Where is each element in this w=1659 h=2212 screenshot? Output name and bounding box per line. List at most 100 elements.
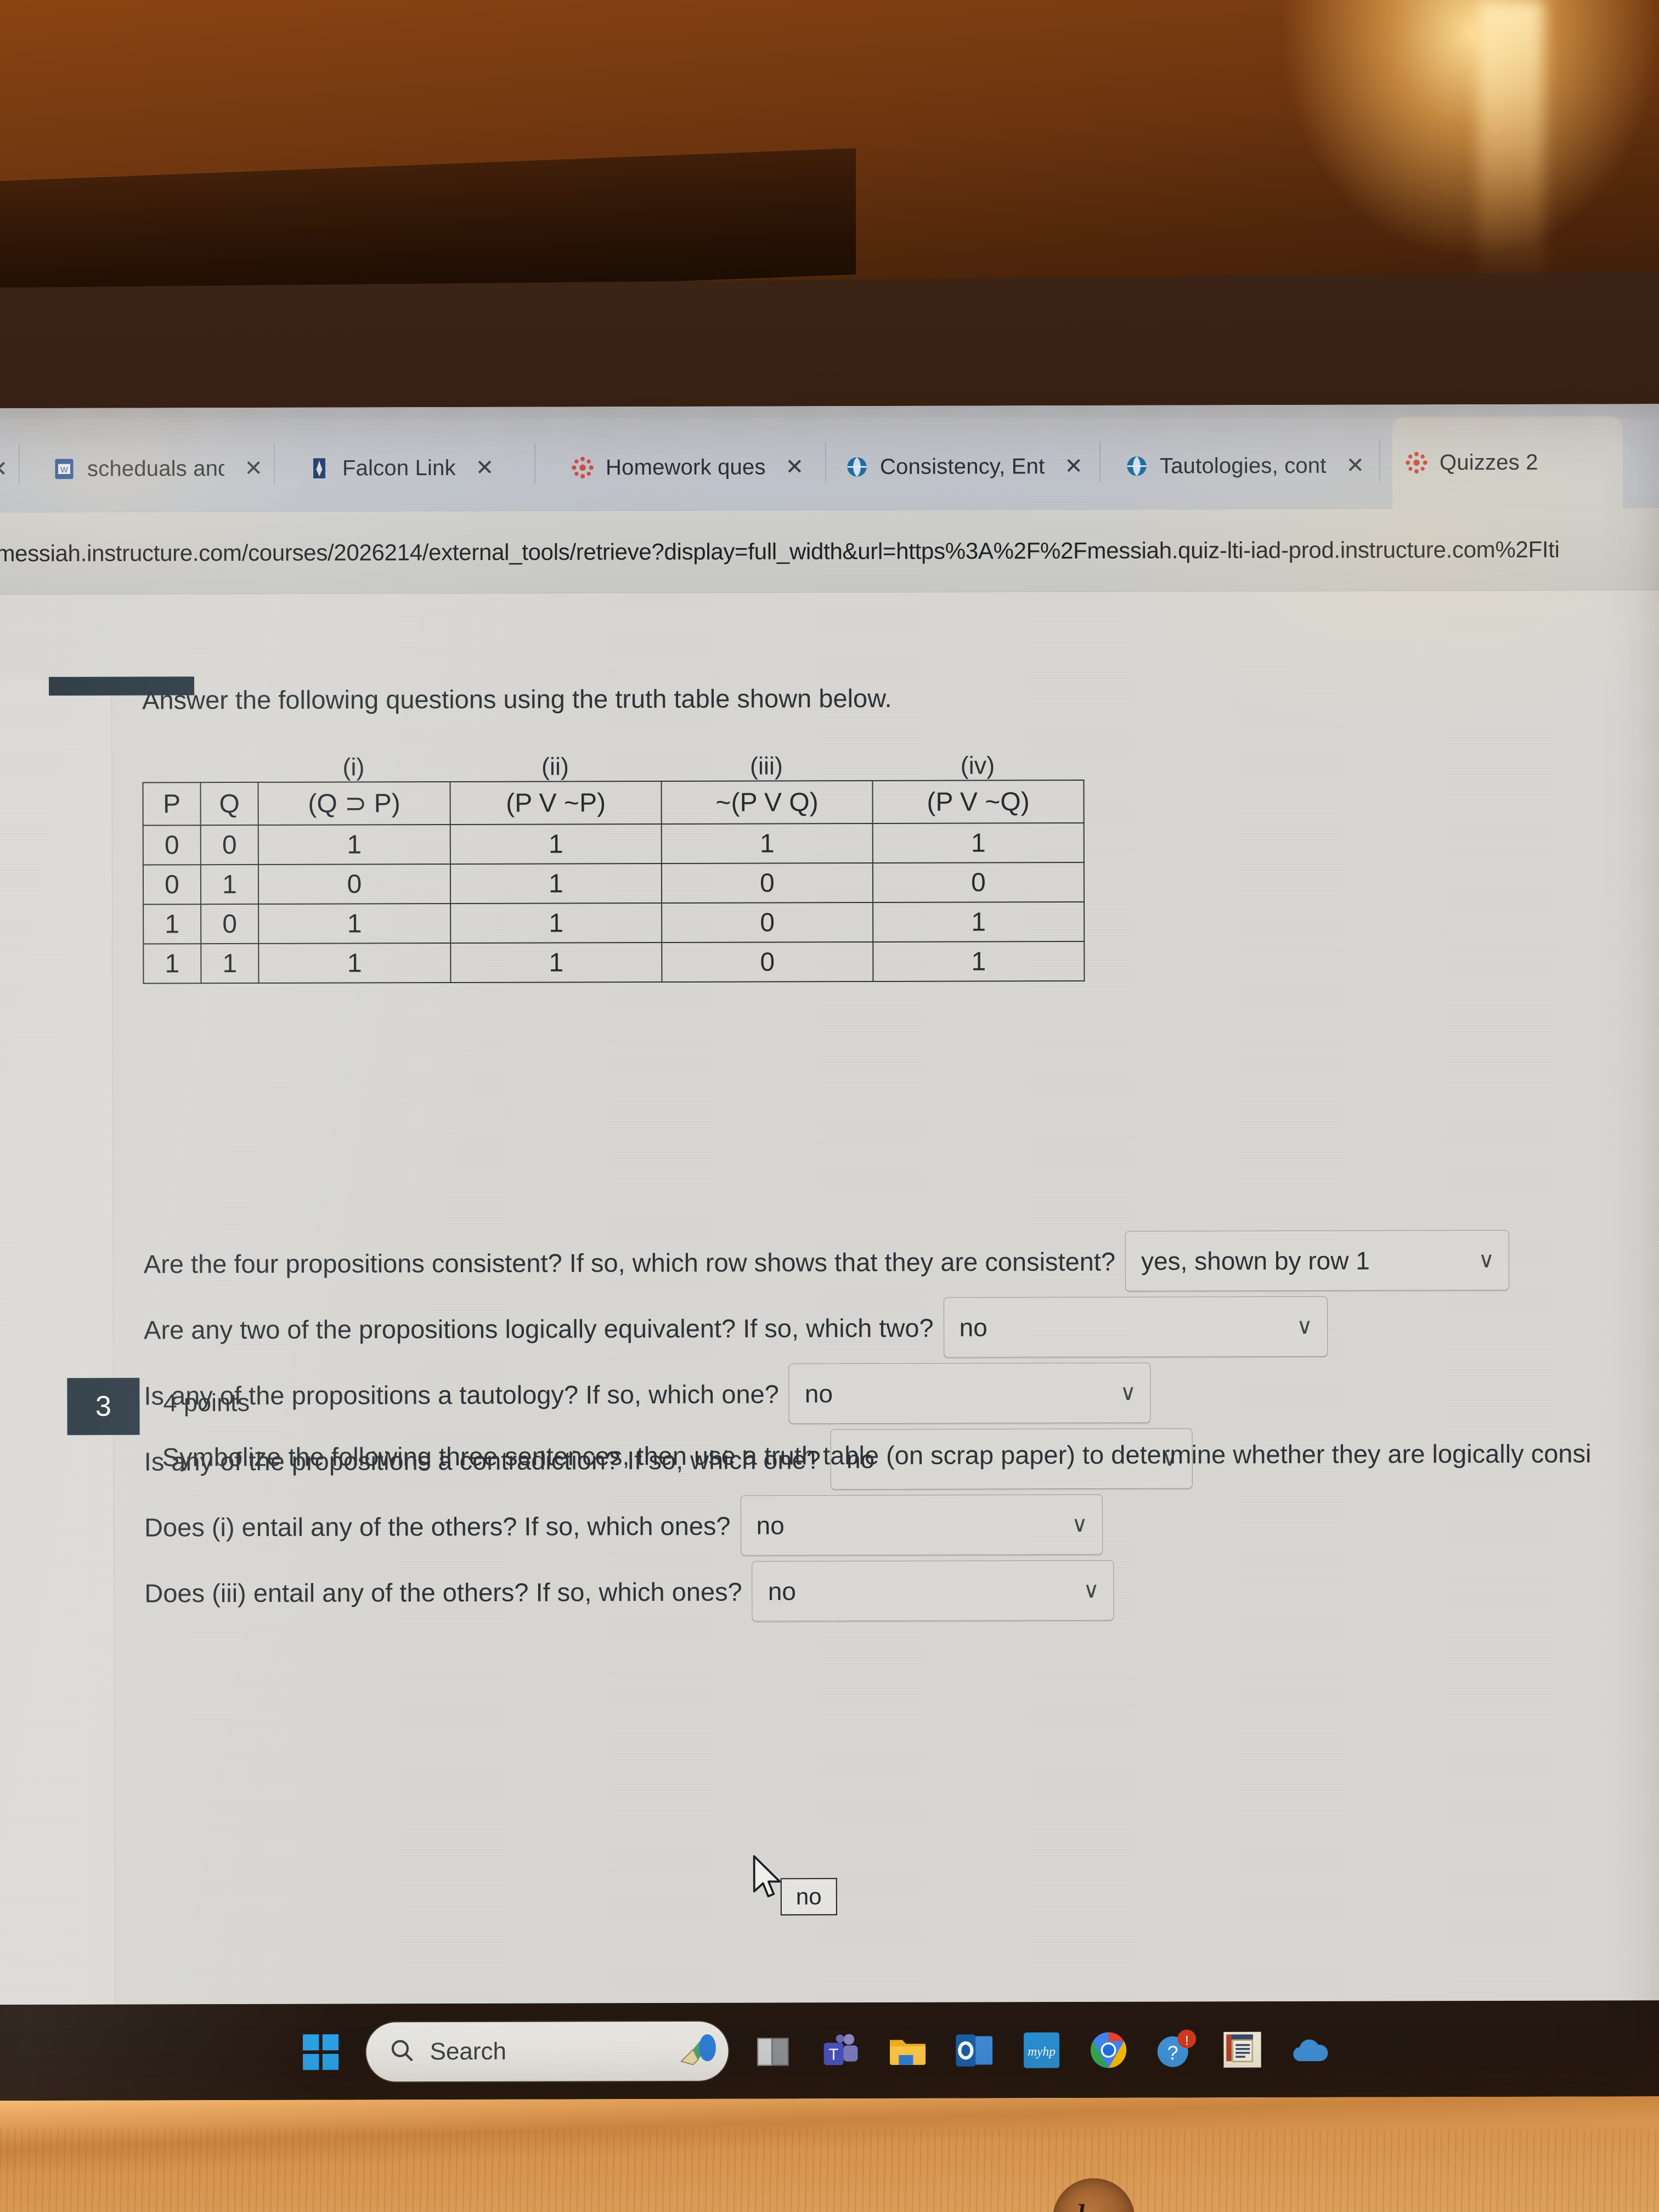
cell: 0 bbox=[662, 902, 873, 943]
chevron-down-icon: ∨ bbox=[1120, 1380, 1136, 1405]
svg-text:myhp: myhp bbox=[1028, 2044, 1056, 2058]
tab-separator bbox=[534, 443, 536, 484]
tab-label: Homework ques bbox=[605, 455, 766, 479]
roman-label-i: (i) bbox=[342, 753, 365, 781]
cell: 1 bbox=[450, 863, 662, 904]
notes-button[interactable] bbox=[1221, 2028, 1263, 2071]
select-tooltip: no bbox=[780, 1878, 837, 1916]
outlook-button[interactable] bbox=[953, 2029, 996, 2072]
col-header-q: Q bbox=[200, 782, 258, 826]
file-explorer-button[interactable] bbox=[886, 2029, 929, 2072]
entail-iii-select[interactable]: no ∨ bbox=[752, 1560, 1114, 1622]
close-icon[interactable]: ✕ bbox=[786, 454, 804, 479]
col-header-p: P bbox=[143, 782, 201, 826]
select-value: no bbox=[804, 1379, 833, 1408]
cell: 0 bbox=[143, 825, 201, 865]
col-header-ii: (P V ~P) bbox=[450, 781, 662, 825]
help-button[interactable]: ? ! bbox=[1154, 2028, 1197, 2071]
truth-table: P Q (Q ⊃ P) (P V ~P) ~(P V Q) (P V ~Q) 0… bbox=[143, 780, 1085, 984]
taskview-button[interactable] bbox=[752, 2029, 795, 2072]
close-icon[interactable]: ✕ bbox=[476, 455, 494, 481]
roman-label-iv: (iv) bbox=[960, 751, 995, 780]
laptop-screen: .com✕Wscheduals and to✕Falcon Link✕Homew… bbox=[0, 404, 1659, 2101]
cell: 1 bbox=[450, 902, 662, 944]
browser-tab-3[interactable]: Falcon Link ✕ bbox=[295, 427, 531, 510]
cell: 1 bbox=[872, 822, 1084, 863]
tautology-question-row: Is any of the propositions a tautology? … bbox=[144, 1362, 1152, 1426]
close-icon[interactable]: ✕ bbox=[1064, 454, 1083, 479]
tautology-select[interactable]: no ∨ bbox=[788, 1362, 1152, 1424]
svg-text:W: W bbox=[60, 466, 68, 475]
cell: 0 bbox=[662, 941, 873, 982]
cell: 0 bbox=[201, 904, 259, 944]
cell: 1 bbox=[450, 942, 662, 983]
consistency-select[interactable]: yes, shown by row 1 ∨ bbox=[1125, 1229, 1510, 1291]
table-row: 1 1 1 1 0 1 bbox=[143, 941, 1085, 984]
question-label: Does (iii) entail any of the others? If … bbox=[144, 1577, 742, 1607]
teams-button[interactable]: T bbox=[819, 2029, 862, 2072]
question-points: 4 points bbox=[163, 1388, 250, 1417]
address-bar[interactable]: messiah.instructure.com/courses/2026214/… bbox=[0, 536, 1560, 566]
entail-iii-question-row: Does (iii) entail any of the others? If … bbox=[144, 1560, 1114, 1623]
browser-tab-4[interactable]: Homework ques ✕ bbox=[558, 426, 822, 509]
cell: 1 bbox=[258, 904, 451, 944]
browser-toolbar: messiah.instructure.com/courses/2026214/… bbox=[0, 508, 1659, 595]
entail-i-question-row: Does (i) entail any of the others? If so… bbox=[144, 1494, 1103, 1558]
browser-tab-2[interactable]: Wscheduals and to ✕ bbox=[40, 427, 270, 510]
cell: 0 bbox=[872, 862, 1085, 902]
tab-label: scheduals and to bbox=[87, 456, 225, 481]
tab-separator bbox=[1099, 441, 1101, 482]
myhp-button[interactable]: myhp bbox=[1020, 2029, 1063, 2072]
tab-separator bbox=[18, 444, 20, 486]
select-value: no bbox=[768, 1577, 797, 1606]
entail-i-select[interactable]: no ∨ bbox=[740, 1494, 1103, 1556]
browser-tab-1[interactable]: .com✕ bbox=[0, 428, 15, 510]
svg-text:!: ! bbox=[1185, 2033, 1189, 2048]
ceiling-backdrop bbox=[0, 0, 1659, 307]
tab-label: Falcon Link bbox=[342, 455, 456, 481]
truth-table-header-row: P Q (Q ⊃ P) (P V ~P) ~(P V Q) (P V ~Q) bbox=[143, 780, 1084, 826]
tab-label: Consistency, Ent bbox=[879, 454, 1045, 479]
roman-label-iii: (iii) bbox=[749, 752, 783, 780]
equivalence-select[interactable]: no ∨ bbox=[943, 1296, 1328, 1358]
copilot-icon[interactable] bbox=[678, 2030, 718, 2071]
cell: 1 bbox=[873, 901, 1085, 942]
cell: 0 bbox=[200, 825, 258, 865]
canvas-icon bbox=[1404, 450, 1429, 475]
roman-label-ii: (ii) bbox=[541, 752, 569, 781]
question-number-badge: 3 bbox=[67, 1378, 140, 1435]
close-icon[interactable]: ✕ bbox=[0, 456, 8, 482]
start-button[interactable] bbox=[299, 2030, 342, 2073]
chevron-down-icon: ∨ bbox=[1478, 1248, 1495, 1273]
search-input[interactable]: Search bbox=[366, 2021, 729, 2081]
close-icon[interactable]: ✕ bbox=[1346, 453, 1365, 478]
tab-separator bbox=[1379, 441, 1381, 482]
browser-tab-6[interactable]: Tautologies, cont ✕ bbox=[1113, 425, 1376, 507]
tab-label: Quizzes 2 bbox=[1439, 450, 1538, 475]
cell: 1 bbox=[143, 904, 201, 944]
cell: 1 bbox=[258, 943, 451, 983]
browser-tab-5[interactable]: Consistency, Ent ✕ bbox=[833, 425, 1096, 508]
cell: 1 bbox=[201, 943, 259, 984]
col-header-iv: (P V ~Q) bbox=[872, 780, 1084, 823]
windows-taskbar: Search T myhp ? ! bbox=[0, 2000, 1659, 2101]
search-placeholder-label: Search bbox=[430, 2038, 507, 2065]
svg-text:T: T bbox=[829, 2046, 839, 2063]
lamp-glow bbox=[1478, 0, 1544, 285]
question-label: Are the four propositions consistent? If… bbox=[143, 1246, 1116, 1278]
select-value: no bbox=[959, 1313, 988, 1342]
onedrive-button[interactable] bbox=[1288, 2028, 1330, 2070]
browser-tab-7[interactable]: Quizzes 2 bbox=[1392, 416, 1623, 509]
close-icon[interactable]: ✕ bbox=[244, 456, 263, 481]
col-header-i: (Q ⊃ P) bbox=[258, 782, 450, 825]
chevron-down-icon: ∨ bbox=[1083, 1578, 1099, 1602]
question3-description: Symbolize the following three sentences,… bbox=[162, 1438, 1592, 1472]
select-value: yes, shown by row 1 bbox=[1141, 1246, 1370, 1276]
cell: 1 bbox=[450, 823, 662, 865]
chrome-button[interactable] bbox=[1087, 2028, 1130, 2071]
question-label: Are any two of the propositions logicall… bbox=[144, 1313, 934, 1344]
cell: 1 bbox=[873, 941, 1085, 981]
page-body: Answer the following questions using the… bbox=[0, 590, 1659, 2101]
select-value: no bbox=[756, 1511, 785, 1540]
chevron-down-icon: ∨ bbox=[1296, 1314, 1313, 1339]
